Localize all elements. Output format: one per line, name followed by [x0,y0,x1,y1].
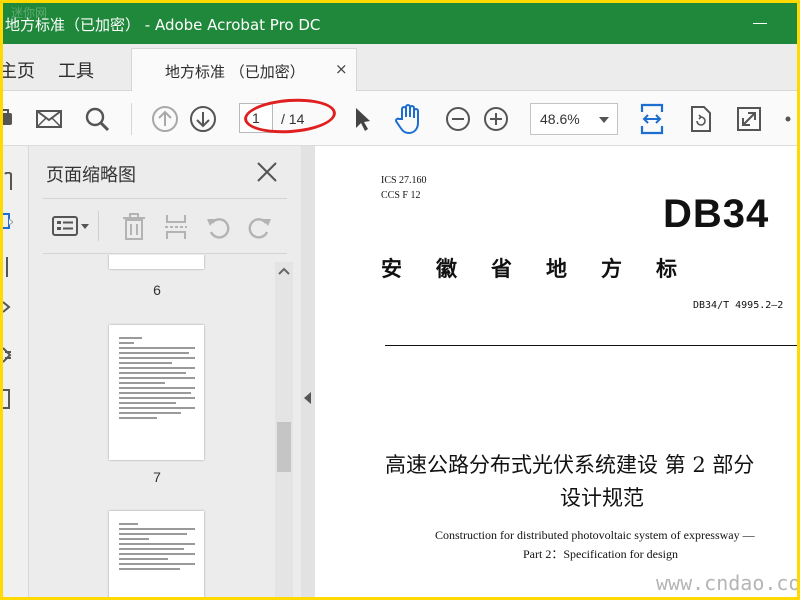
next-page-icon[interactable] [187,91,219,146]
doc-title-cn-line2: 设计规范 [560,486,644,510]
doc-divider [385,345,797,346]
options-menu-icon[interactable] [51,213,91,239]
rotate-page-icon[interactable] [685,91,717,146]
select-tool-icon[interactable] [349,91,375,146]
scroll-thumb[interactable] [277,422,291,472]
doc-standard-title: 安徽省地方标 [381,256,711,281]
rail-signatures-icon[interactable] [3,344,13,366]
rail-attachment-icon[interactable] [3,172,13,194]
page-total: / 14 [281,111,305,127]
tab-tools[interactable]: 工具 [58,57,94,83]
page-thumbnail-label: 6 [153,282,161,298]
chevron-down-icon [599,117,609,123]
window-title: 地方标准（已加密） - Adobe Acrobat Pro DC [5,16,321,34]
print-icon[interactable] [3,91,19,146]
fit-width-icon[interactable] [635,91,669,146]
rail-tags-icon[interactable] [3,388,13,410]
panel-title: 页面缩略图 [46,165,136,186]
title-bar: 迷你网 地方标准（已加密） - Adobe Acrobat Pro DC [3,3,797,44]
panel-splitter[interactable] [301,146,315,597]
left-rail [3,146,29,597]
main-toolbar: 1 / 14 48.6% [3,91,797,146]
rail-thumbnails-icon[interactable] [3,210,13,232]
thumbnails-panel: 页面缩略图 6 7 [29,146,301,597]
tab-bar: 主页 工具 地方标准 （已加密） × [3,44,797,92]
doc-ccs: CCS F 12 [381,190,421,201]
trash-icon[interactable] [121,213,147,241]
document-tab-label: 地方标准 （已加密） [165,63,305,81]
collapse-arrow-icon[interactable] [304,392,311,404]
fullscreen-icon[interactable] [733,91,765,146]
toolbar-separator [131,103,132,135]
scroll-up-icon[interactable] [278,266,290,276]
page-thumbnail[interactable] [109,325,204,460]
doc-logo: DB34 [663,192,770,236]
zoom-value: 48.6% [540,111,580,127]
tab-document[interactable]: 地方标准 （已加密） × [131,48,357,92]
page-number-input[interactable]: 1 [239,103,273,133]
rail-bookmarks-icon[interactable] [3,256,13,278]
document-view[interactable]: ICS 27.160 CCS F 12 DB34 安徽省地方标 DB34/T 4… [315,146,797,597]
hand-tool-icon[interactable] [391,91,427,146]
zoom-select[interactable]: 48.6% [530,103,618,135]
zoom-in-icon[interactable] [481,91,511,146]
doc-ics: ICS 27.160 [381,175,427,186]
close-icon[interactable] [255,160,279,184]
doc-title-en-line2: Part 2：Specification for design [523,547,678,561]
page-thumbnail-label: 7 [153,469,161,485]
page-thumbnail[interactable] [109,511,204,597]
search-icon[interactable] [81,91,113,146]
page-thumbnail[interactable] [109,255,204,269]
rotate-ccw-icon[interactable] [205,213,233,241]
doc-watermark: www.cndao.com [656,571,797,595]
thumbnail-scrollbar[interactable] [275,262,293,597]
zoom-out-icon[interactable] [443,91,473,146]
doc-title-cn-line1: 高速公路分布式光伏系统建设 第 2 部分 [385,453,755,477]
app-window: 迷你网 地方标准（已加密） - Adobe Acrobat Pro DC 主页 … [3,3,797,597]
minimize-button[interactable] [739,11,783,37]
panel-toolbar-separator [98,211,99,241]
rotate-cw-icon[interactable] [245,213,273,241]
tab-home[interactable]: 主页 [3,57,35,83]
prev-page-icon[interactable] [149,91,181,146]
rail-layers-icon[interactable] [3,296,13,318]
insert-pages-icon[interactable] [163,213,189,241]
doc-standard-number: DB34/T 4995.2—2 [693,300,784,311]
doc-title-en-line1: Construction for distributed photovoltai… [435,528,755,542]
panel-toolbar [43,198,287,254]
more-icon[interactable] [779,91,797,146]
close-tab-icon[interactable]: × [335,60,348,78]
mail-icon[interactable] [31,91,67,146]
thumbnail-list[interactable]: 6 7 [43,255,275,597]
